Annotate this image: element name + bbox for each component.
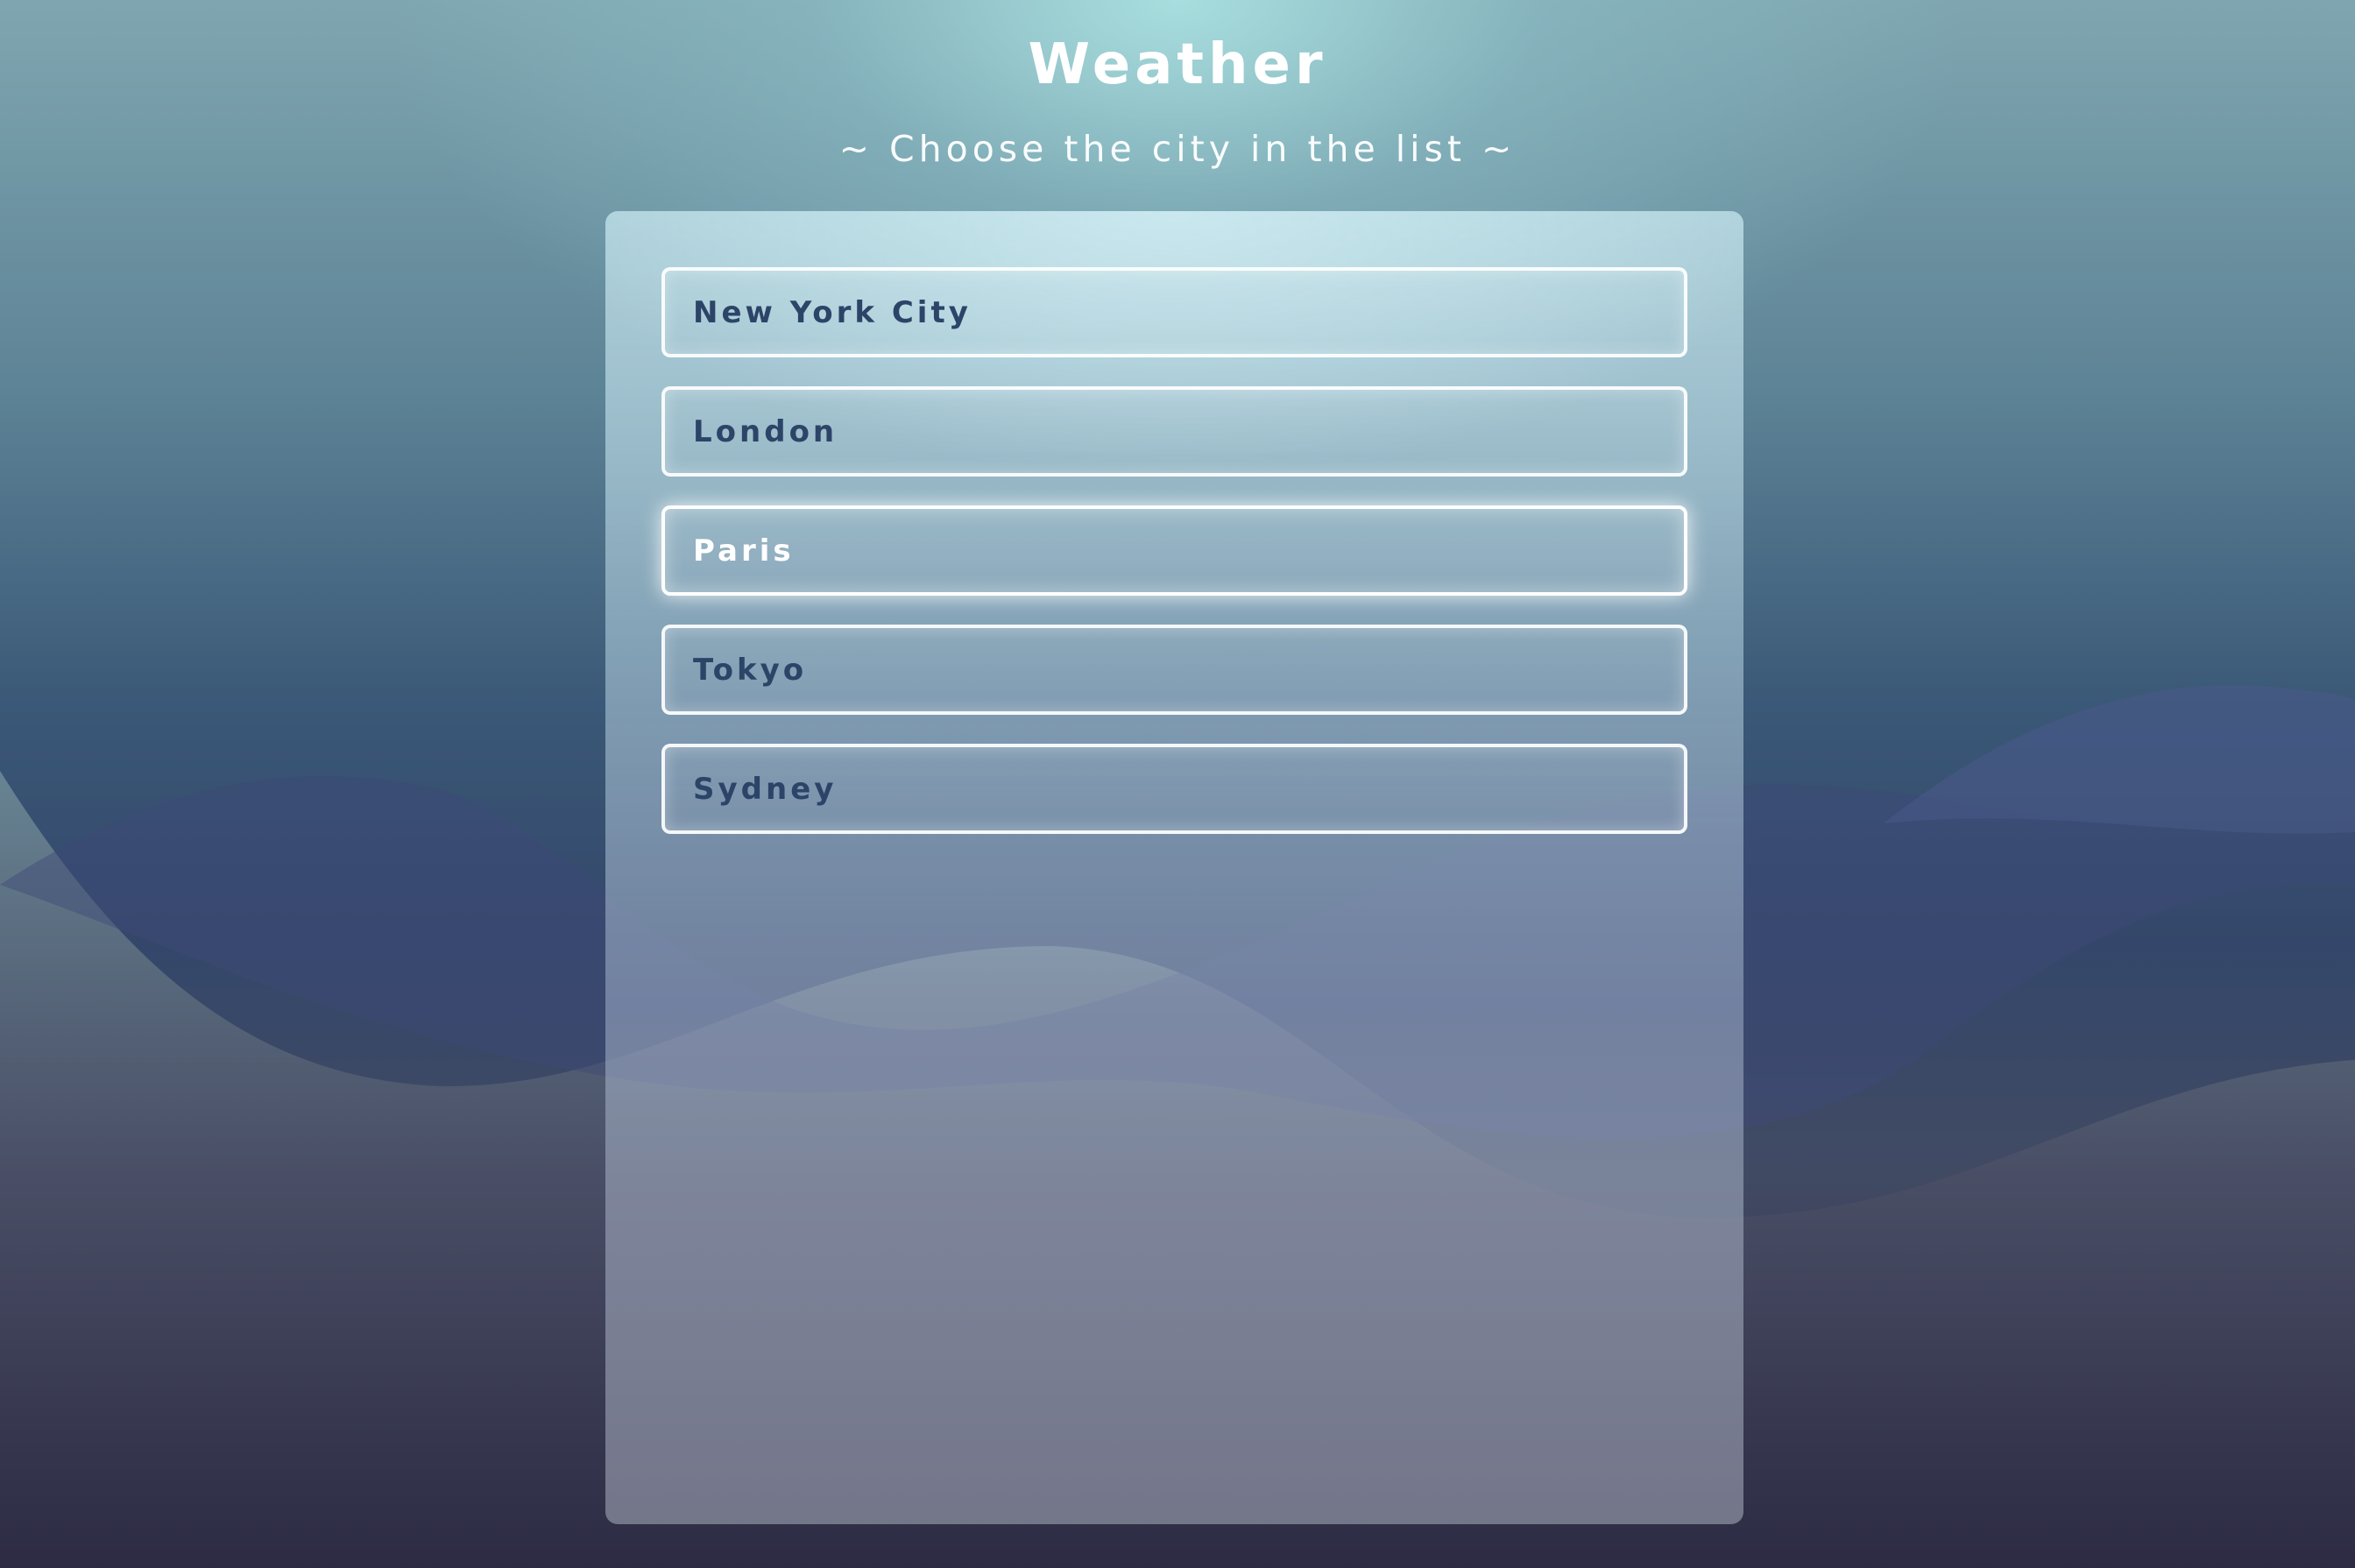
page-title: Weather: [1028, 32, 1327, 97]
page-header: Weather ~ Choose the city in the list ~: [0, 26, 2355, 175]
city-list: New York City London Paris Tokyo Sydney: [661, 267, 1687, 863]
city-name: Sydney: [693, 771, 838, 807]
city-item-sydney[interactable]: Sydney: [661, 744, 1687, 834]
city-list-panel: New York City London Paris Tokyo Sydney: [605, 211, 1743, 1524]
city-item-london[interactable]: London: [661, 386, 1687, 477]
city-name: New York City: [693, 294, 972, 330]
city-item-paris[interactable]: Paris: [661, 505, 1687, 596]
city-name: London: [693, 413, 838, 449]
city-name: Tokyo: [693, 652, 808, 688]
city-item-tokyo[interactable]: Tokyo: [661, 625, 1687, 715]
city-item-new-york-city[interactable]: New York City: [661, 267, 1687, 357]
city-name: Paris: [693, 533, 795, 569]
page-subtitle: ~ Choose the city in the list ~: [838, 128, 1517, 170]
